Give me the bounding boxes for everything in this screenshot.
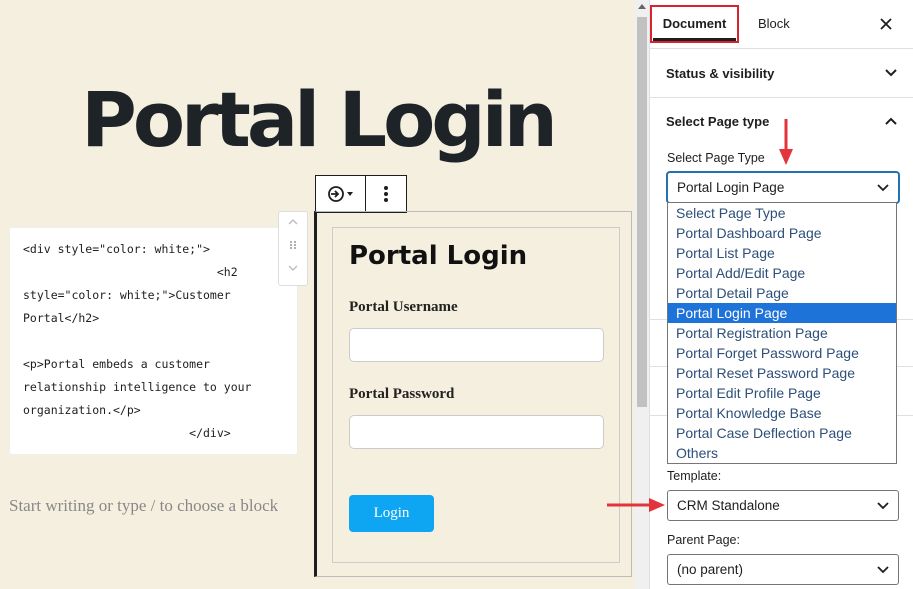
page-type-option[interactable]: Portal Registration Page bbox=[668, 323, 896, 343]
scroll-thumb[interactable] bbox=[637, 17, 647, 407]
page-type-option[interactable]: Others bbox=[668, 443, 896, 463]
sidebar-tabs: Document Block bbox=[650, 0, 913, 49]
drag-handle-icon[interactable] bbox=[279, 237, 307, 259]
login-button[interactable]: Login bbox=[349, 495, 434, 532]
page-type-select[interactable]: Portal Login Page bbox=[667, 172, 899, 203]
page-type-option[interactable]: Portal Case Deflection Page bbox=[668, 423, 896, 443]
code-line: organization.</p> bbox=[23, 403, 141, 417]
page-type-option[interactable]: Select Page Type bbox=[668, 203, 896, 223]
red-arrow-right-icon bbox=[607, 498, 665, 512]
password-input[interactable] bbox=[349, 415, 604, 449]
page-type-option[interactable]: Portal Forget Password Page bbox=[668, 343, 896, 363]
page-title[interactable]: Portal Login bbox=[0, 74, 635, 166]
page-type-option[interactable]: Portal Reset Password Page bbox=[668, 363, 896, 383]
chevron-down-icon bbox=[877, 566, 889, 574]
status-visibility-panel[interactable]: Status & visibility bbox=[650, 48, 913, 98]
html-code[interactable]: <div style="color: white;"> <h2 style="co… bbox=[23, 238, 293, 445]
login-form: Portal Login Portal Username Portal Pass… bbox=[332, 227, 620, 563]
code-line: <p>Portal embeds a customer bbox=[23, 357, 210, 371]
page-type-label: Select Page Type bbox=[667, 151, 765, 165]
more-options-button[interactable] bbox=[365, 176, 406, 212]
parent-page-select[interactable]: (no parent) bbox=[667, 554, 899, 585]
tab-block[interactable]: Block bbox=[758, 0, 790, 48]
chevron-up-icon[interactable] bbox=[884, 114, 898, 128]
page-type-options: Select Page Type Portal Dashboard Page Por… bbox=[667, 202, 897, 464]
username-label: Portal Username bbox=[349, 299, 458, 315]
editor-canvas: Portal Login <div style="color: white;">… bbox=[0, 0, 635, 589]
code-line: Portal</h2> bbox=[23, 311, 100, 325]
chevron-down-icon bbox=[877, 184, 889, 192]
scroll-up-icon[interactable] bbox=[638, 4, 646, 9]
parent-page-value: (no parent) bbox=[677, 562, 744, 577]
block-mover bbox=[278, 211, 308, 286]
page-type-value: Portal Login Page bbox=[677, 180, 785, 195]
template-label: Template: bbox=[667, 469, 722, 483]
block-toolbar bbox=[315, 175, 407, 213]
page-type-option[interactable]: Portal Knowledge Base bbox=[668, 403, 896, 423]
page-type-option[interactable]: Portal Add/Edit Page bbox=[668, 263, 896, 283]
template-select[interactable]: CRM Standalone bbox=[667, 490, 899, 521]
parent-page-label: Parent Page: bbox=[667, 533, 740, 547]
username-input[interactable] bbox=[349, 328, 604, 362]
template-value: CRM Standalone bbox=[677, 498, 780, 513]
code-line: <div style="color: white;"> bbox=[23, 242, 210, 256]
password-label: Portal Password bbox=[349, 386, 455, 402]
close-icon[interactable] bbox=[874, 12, 898, 36]
block-placeholder[interactable]: Start writing or type / to choose a bloc… bbox=[9, 496, 278, 516]
move-up-icon[interactable] bbox=[279, 214, 307, 236]
page-type-option[interactable]: Portal Login Page bbox=[668, 303, 896, 323]
code-line: </div> bbox=[23, 426, 231, 440]
code-line: relationship intelligence to your bbox=[23, 380, 252, 394]
red-arrow-down-icon bbox=[779, 119, 793, 165]
form-title: Portal Login bbox=[349, 241, 528, 271]
chevron-down-icon[interactable] bbox=[884, 66, 898, 80]
code-line: style="color: white;">Customer bbox=[23, 288, 231, 302]
block-switcher-icon bbox=[327, 186, 353, 202]
page-type-option[interactable]: Portal Dashboard Page bbox=[668, 223, 896, 243]
page-type-option[interactable]: Portal List Page bbox=[668, 243, 896, 263]
html-block[interactable]: <div style="color: white;"> <h2 style="co… bbox=[10, 228, 297, 454]
block-type-button[interactable] bbox=[316, 176, 365, 212]
panel-title: Status & visibility bbox=[666, 66, 775, 81]
page-type-option[interactable]: Portal Edit Profile Page bbox=[668, 383, 896, 403]
code-line: <h2 bbox=[23, 265, 238, 279]
login-form-block[interactable]: Portal Login Portal Username Portal Pass… bbox=[314, 211, 632, 577]
active-tab-indicator bbox=[653, 38, 736, 41]
move-down-icon[interactable] bbox=[279, 260, 307, 282]
chevron-down-icon bbox=[877, 502, 889, 510]
panel-title: Select Page type bbox=[666, 114, 770, 129]
more-vertical-icon bbox=[384, 186, 388, 202]
page-type-option[interactable]: Portal Detail Page bbox=[668, 283, 896, 303]
